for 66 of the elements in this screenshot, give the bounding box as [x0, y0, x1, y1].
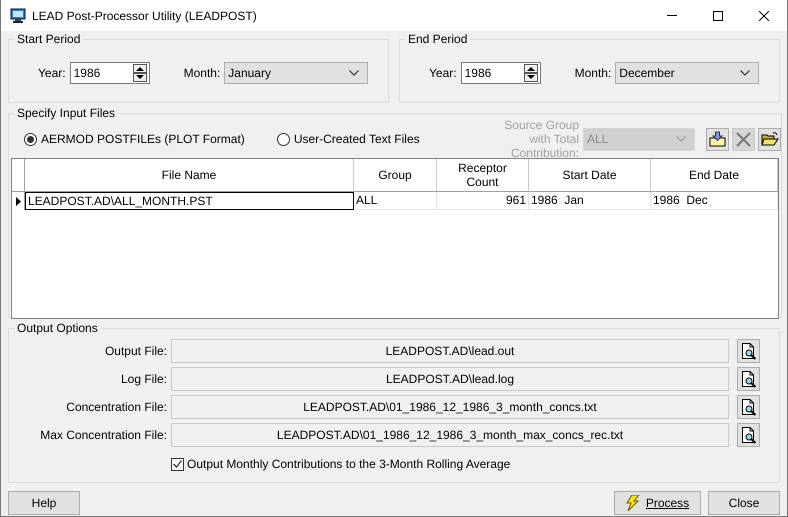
month-dropdown[interactable]: December	[615, 62, 760, 84]
year-label: Year:	[38, 66, 66, 80]
close-icon	[759, 10, 769, 20]
month-dropdown[interactable]: January	[224, 62, 368, 84]
file-label: Concentration File:	[65, 400, 167, 414]
open-folder-button[interactable]	[758, 128, 781, 150]
file-label: Max Concentration File:	[39, 428, 167, 442]
view-file-button[interactable]	[737, 339, 760, 363]
check-icon	[173, 460, 182, 468]
month-label: Month:	[574, 66, 612, 80]
delete-button[interactable]	[732, 128, 755, 150]
group-title: Output Options	[17, 321, 98, 335]
lightning-icon	[626, 495, 640, 511]
group-title: End Period	[408, 32, 468, 46]
chevron-down-icon	[740, 70, 750, 76]
help-button[interactable]: Help	[8, 491, 80, 515]
x-icon	[736, 132, 751, 146]
chevron-down-icon	[676, 136, 686, 142]
file-path-field[interactable]: LEADPOST.AD\01_1986_12_1986_3_month_concs.txt	[171, 395, 729, 419]
process-button[interactable]: Process	[614, 491, 701, 515]
document-magnifier-icon	[740, 398, 756, 416]
column-header[interactable]: End Date	[651, 159, 778, 191]
app-icon	[10, 8, 26, 24]
chevron-down-icon	[349, 70, 360, 76]
file-path-field[interactable]: LEADPOST.AD\01_1986_12_1986_3_month_max_concs_rec.txt	[171, 423, 729, 447]
file-path-field[interactable]: LEADPOST.AD\lead.out	[171, 339, 729, 363]
document-magnifier-icon	[740, 370, 756, 388]
view-file-button[interactable]	[737, 367, 760, 391]
checkbox-label[interactable]: Output Monthly Contributions to the 3-Month Rolling Average	[187, 457, 510, 471]
close-button[interactable]: Close	[708, 491, 780, 515]
radio-button[interactable]	[276, 132, 290, 146]
checkbox[interactable]	[171, 458, 184, 470]
file-path-field[interactable]: LEADPOST.AD\lead.log	[171, 367, 729, 391]
maximize-icon	[713, 10, 723, 20]
year-spin-field[interactable]: 1986	[70, 62, 150, 84]
radio-button[interactable]	[24, 132, 37, 146]
window-title: LEAD Post-Processor Utility (LEADPOST)	[32, 8, 257, 22]
month-label: Month:	[184, 66, 220, 80]
table-cell: ALL	[354, 192, 437, 210]
table-cell: LEADPOST.AD\ALL_MONTH.PST	[25, 192, 354, 210]
source-group-label: Source Group with Total Contribution:	[503, 118, 579, 160]
radio-label[interactable]: AERMOD POSTFILEs (PLOT Format)	[41, 132, 245, 146]
column-header[interactable]: Group	[354, 159, 437, 191]
document-magnifier-icon	[740, 342, 756, 360]
minimize-icon	[667, 15, 677, 16]
column-header[interactable]: File Name	[25, 159, 354, 191]
group-title: Start Period	[17, 32, 80, 46]
document-magnifier-icon	[740, 426, 756, 444]
table-cell: 1986 Dec	[651, 192, 778, 210]
spin-arrows-icon[interactable]	[132, 64, 147, 82]
spin-arrows-icon[interactable]	[524, 64, 538, 82]
open-folder-icon	[760, 132, 778, 146]
column-header[interactable]: Start Date	[529, 159, 651, 191]
file-label: Output File:	[104, 344, 167, 358]
radio-label[interactable]: User-Created Text Files	[294, 132, 420, 146]
year-label: Year:	[429, 66, 457, 80]
year-spin-field[interactable]: 1986	[460, 62, 541, 84]
file-label: Log File:	[120, 372, 167, 386]
view-file-button[interactable]	[737, 395, 760, 419]
folder-arrow-icon	[709, 131, 726, 147]
table-cell: 1986 Jan	[529, 192, 651, 210]
table-cell: 961	[437, 192, 529, 210]
add-file-button[interactable]	[706, 128, 729, 150]
view-file-button[interactable]	[737, 423, 760, 447]
column-header[interactable]: Receptor Count	[437, 159, 529, 191]
group-title: Specify Input Files	[17, 106, 116, 120]
